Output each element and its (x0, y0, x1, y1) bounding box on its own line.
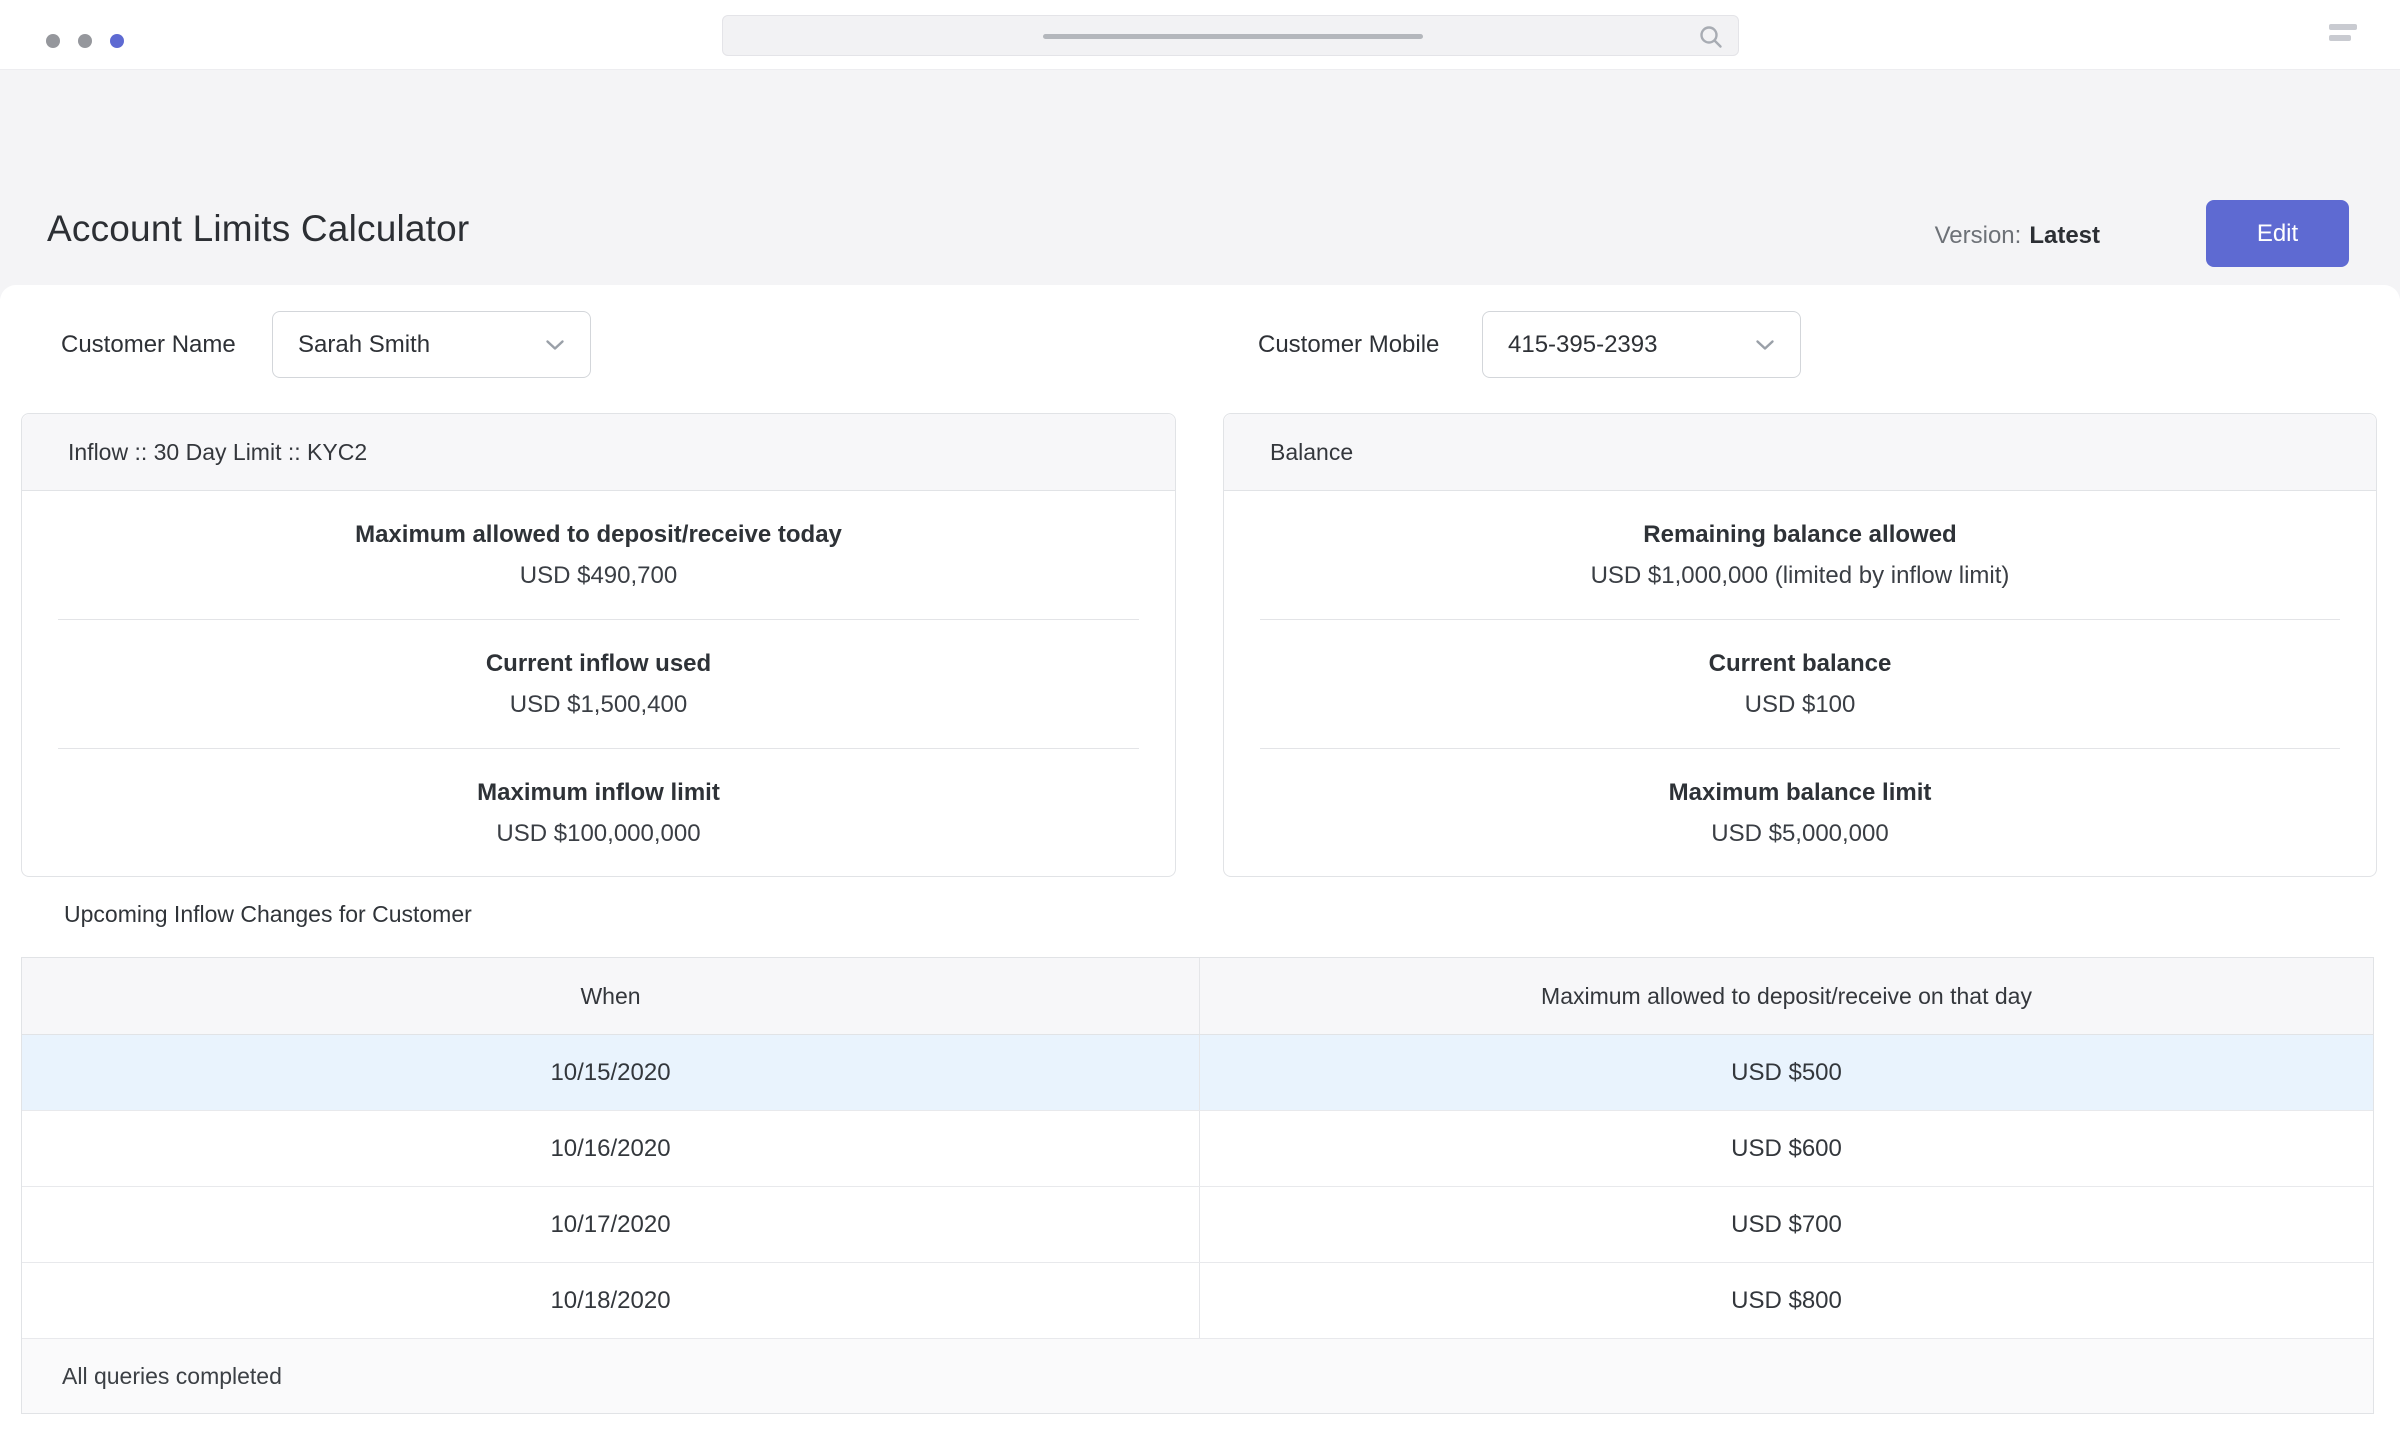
stat-value: USD $100 (1745, 691, 1856, 719)
stat-value: USD $1,000,000 (limited by inflow limit) (1591, 562, 2010, 590)
cell-when: 10/16/2020 (22, 1111, 1199, 1186)
page-title: Account Limits Calculator (47, 208, 469, 250)
stat-value: USD $5,000,000 (1711, 820, 1888, 848)
version-value: Latest (2029, 222, 2100, 249)
stat-current-inflow-used: Current inflow used USD $1,500,400 (58, 619, 1139, 748)
table-caption: Upcoming Inflow Changes for Customer (64, 901, 472, 928)
chevron-down-icon (545, 339, 565, 351)
cell-max: USD $800 (1199, 1263, 2373, 1338)
cell-when: 10/15/2020 (22, 1035, 1199, 1110)
customer-name-label: Customer Name (61, 311, 236, 378)
address-placeholder-line (1043, 34, 1423, 39)
stat-value: USD $1,500,400 (510, 691, 687, 719)
table-header-row: When Maximum allowed to deposit/receive … (22, 958, 2373, 1035)
stat-max-inflow-limit: Maximum inflow limit USD $100,000,000 (58, 748, 1139, 877)
browser-chrome (0, 0, 2400, 70)
column-header-when: When (22, 958, 1199, 1034)
filters-row: Customer Name Sarah Smith Customer Mobil… (0, 311, 2400, 378)
balance-card: Balance Remaining balance allowed USD $1… (1223, 413, 2377, 877)
edit-button[interactable]: Edit (2206, 200, 2349, 267)
table-row[interactable]: 10/16/2020 USD $600 (22, 1111, 2373, 1187)
window-dot-2[interactable] (78, 34, 92, 48)
stat-current-balance: Current balance USD $100 (1260, 619, 2340, 748)
customer-mobile-select[interactable]: 415-395-2393 (1482, 311, 1801, 378)
customer-name-value: Sarah Smith (298, 331, 430, 359)
stat-value: USD $490,700 (520, 562, 677, 590)
page-header: Account Limits Calculator Version: Latest… (0, 70, 2400, 299)
inflow-card-title: Inflow :: 30 Day Limit :: KYC2 (22, 414, 1175, 491)
cell-max: USD $500 (1199, 1035, 2373, 1110)
stat-label: Maximum inflow limit (477, 779, 720, 807)
address-bar[interactable] (722, 15, 1739, 56)
table-row[interactable]: 10/18/2020 USD $800 (22, 1263, 2373, 1339)
window-controls (46, 34, 124, 48)
stat-max-deposit-today: Maximum allowed to deposit/receive today… (58, 491, 1139, 619)
window-dot-1[interactable] (46, 34, 60, 48)
stat-label: Current inflow used (486, 650, 711, 678)
table-row[interactable]: 10/15/2020 USD $500 (22, 1035, 2373, 1111)
window-dot-3[interactable] (110, 34, 124, 48)
stat-label: Current balance (1709, 650, 1892, 678)
customer-mobile-label: Customer Mobile (1258, 311, 1439, 378)
customer-mobile-value: 415-395-2393 (1508, 331, 1657, 359)
stat-remaining-balance: Remaining balance allowed USD $1,000,000… (1260, 491, 2340, 619)
inflow-limit-card: Inflow :: 30 Day Limit :: KYC2 Maximum a… (21, 413, 1176, 877)
stat-max-balance-limit: Maximum balance limit USD $5,000,000 (1260, 748, 2340, 877)
column-header-max: Maximum allowed to deposit/receive on th… (1199, 958, 2373, 1034)
menu-icon[interactable] (2327, 24, 2357, 46)
table-row[interactable]: 10/17/2020 USD $700 (22, 1187, 2373, 1263)
version-label: Version: (1935, 222, 2022, 249)
table-status-footer: All queries completed (22, 1339, 2373, 1413)
cell-when: 10/18/2020 (22, 1263, 1199, 1338)
cell-max: USD $700 (1199, 1187, 2373, 1262)
upcoming-inflow-table: When Maximum allowed to deposit/receive … (21, 957, 2374, 1414)
search-icon[interactable] (1698, 24, 1724, 55)
chevron-down-icon (1755, 339, 1775, 351)
balance-card-body: Remaining balance allowed USD $1,000,000… (1224, 491, 2376, 877)
customer-name-select[interactable]: Sarah Smith (272, 311, 591, 378)
stat-label: Maximum allowed to deposit/receive today (355, 521, 842, 549)
page: Account Limits Calculator Version: Latest… (0, 0, 2400, 1440)
cell-when: 10/17/2020 (22, 1187, 1199, 1262)
stat-label: Remaining balance allowed (1643, 521, 1956, 549)
main-content: Customer Name Sarah Smith Customer Mobil… (0, 285, 2400, 1440)
cell-max: USD $600 (1199, 1111, 2373, 1186)
stat-label: Maximum balance limit (1669, 779, 1932, 807)
balance-card-title: Balance (1224, 414, 2376, 491)
inflow-card-body: Maximum allowed to deposit/receive today… (22, 491, 1175, 877)
version-info: Version: Latest (1935, 222, 2100, 250)
stat-value: USD $100,000,000 (496, 820, 700, 848)
